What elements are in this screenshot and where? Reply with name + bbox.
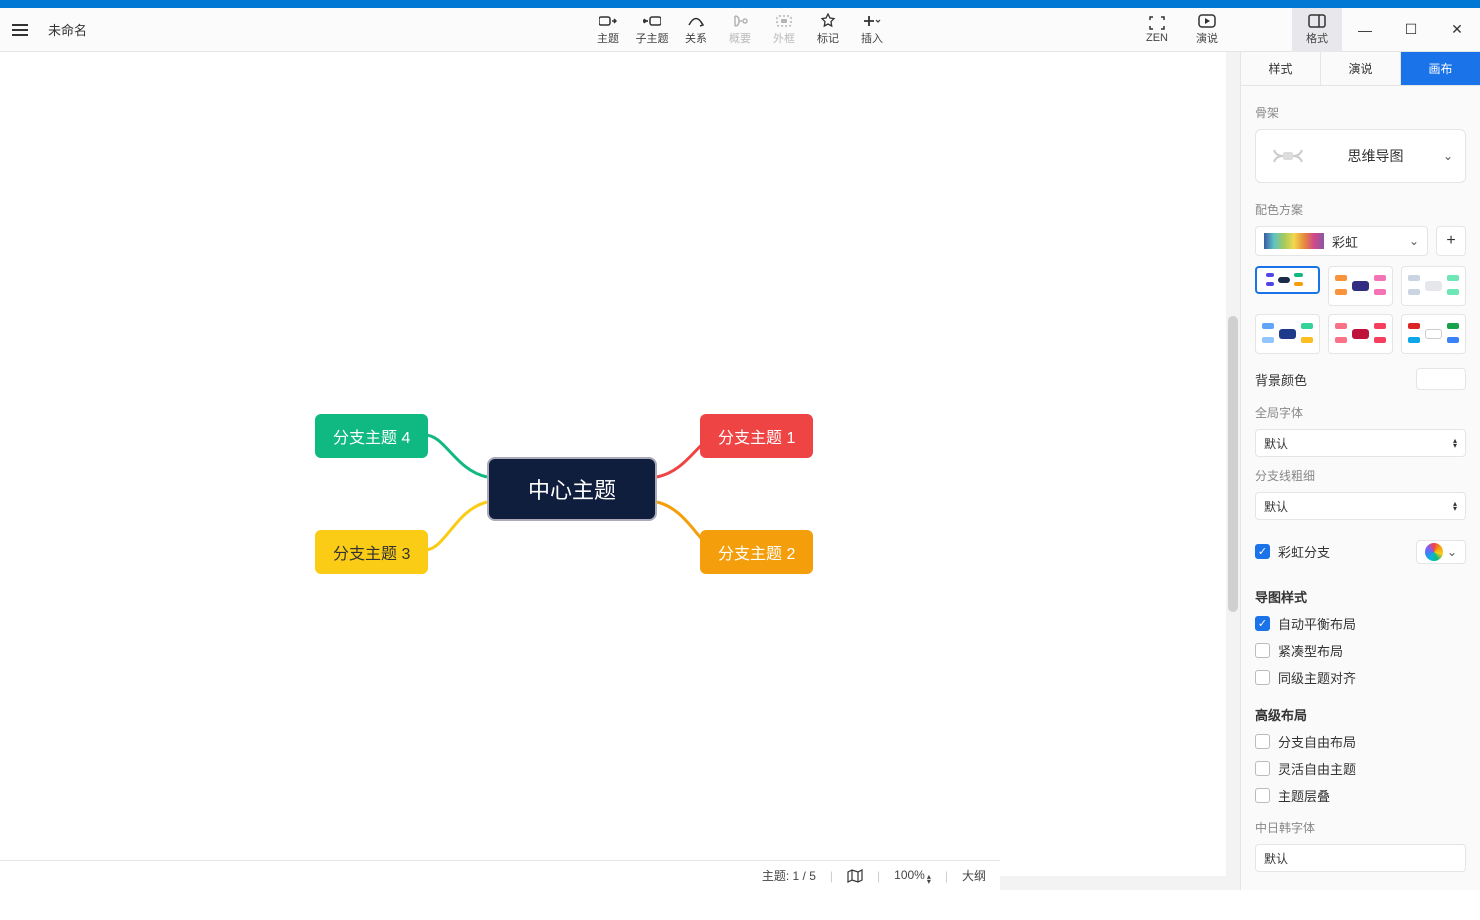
- branch-topic-3[interactable]: 分支主题 3: [315, 530, 428, 574]
- theme-thumb-3[interactable]: [1401, 266, 1466, 306]
- color-scheme-select[interactable]: 彩虹 ⌄: [1255, 226, 1428, 256]
- branch-topic-1[interactable]: 分支主题 1: [700, 414, 813, 458]
- bgcolor-label: 背景颜色: [1255, 370, 1307, 389]
- format-panel: 样式 演说 画布 骨架 思维导图 ⌄ 配色方案 彩虹 ⌄ +: [1240, 52, 1480, 890]
- global-font-select[interactable]: 默认▴▾: [1255, 429, 1466, 457]
- central-topic[interactable]: 中心主题: [487, 457, 657, 521]
- chevron-down-icon: ⌄: [1443, 149, 1453, 163]
- map-icon[interactable]: [847, 869, 863, 883]
- add-scheme-button[interactable]: +: [1436, 226, 1466, 256]
- branch-width-label: 分支线粗细: [1255, 467, 1466, 484]
- summary-icon: [731, 14, 749, 28]
- present-button[interactable]: 演说: [1182, 8, 1232, 52]
- marker-label: 标记: [817, 30, 839, 46]
- theme-thumb-1[interactable]: [1255, 266, 1320, 294]
- hamburger-icon: [12, 29, 28, 31]
- marker-icon: [819, 14, 837, 28]
- color-wheel-icon: [1425, 543, 1443, 561]
- skeleton-select[interactable]: 思维导图 ⌄: [1255, 129, 1466, 183]
- top-toolbar: 未命名 主题 子主题 关系 概要 外框 标记 插入: [0, 8, 1480, 52]
- menu-button[interactable]: [0, 8, 40, 52]
- rainbow-color-select[interactable]: ⌄: [1416, 540, 1466, 564]
- layout-header: 导图样式: [1255, 587, 1466, 606]
- window-minimize[interactable]: —: [1342, 8, 1388, 52]
- marker-button[interactable]: 标记: [806, 8, 850, 52]
- free-branch-checkbox[interactable]: [1255, 734, 1270, 749]
- skeleton-label: 骨架: [1255, 104, 1466, 121]
- flex-topic-checkbox[interactable]: [1255, 761, 1270, 776]
- scheme-label: 配色方案: [1255, 201, 1466, 218]
- status-bar: 主题: 1 / 5 | | 100%▴▾ | 大纲: [0, 860, 1000, 890]
- window-maximize[interactable]: ☐: [1388, 8, 1434, 52]
- relation-button[interactable]: 关系: [674, 8, 718, 52]
- relation-icon: [687, 14, 705, 28]
- boundary-button: 外框: [762, 8, 806, 52]
- advanced-header: 高级布局: [1255, 705, 1466, 724]
- vertical-scrollbar[interactable]: [1226, 52, 1240, 876]
- insert-button[interactable]: 插入: [850, 8, 894, 52]
- topic-count-label: 主题: 1 / 5: [762, 867, 816, 884]
- chevron-down-icon: ⌄: [1409, 234, 1419, 248]
- compact-checkbox[interactable]: [1255, 643, 1270, 658]
- theme-thumb-2[interactable]: [1328, 266, 1393, 306]
- global-font-label: 全局字体: [1255, 404, 1466, 421]
- rainbow-swatch-icon: [1264, 233, 1324, 249]
- zoom-level[interactable]: 100%▴▾: [894, 868, 931, 884]
- align-sibling-checkbox[interactable]: [1255, 670, 1270, 685]
- canvas[interactable]: 中心主题 分支主题 1 分支主题 2 分支主题 3 分支主题 4 主题: 1 /…: [0, 52, 1240, 890]
- theme-thumb-5[interactable]: [1328, 314, 1393, 354]
- summary-button: 概要: [718, 8, 762, 52]
- relation-label: 关系: [685, 30, 707, 46]
- branch-width-select[interactable]: 默认▴▾: [1255, 492, 1466, 520]
- cjk-font-select[interactable]: 默认: [1255, 844, 1466, 872]
- topic-button[interactable]: 主题: [586, 8, 630, 52]
- zen-icon: [1148, 16, 1166, 30]
- auto-balance-checkbox[interactable]: ✓: [1255, 616, 1270, 631]
- boundary-label: 外框: [773, 30, 795, 46]
- insert-icon: [863, 14, 881, 28]
- bgcolor-swatch[interactable]: [1416, 368, 1466, 390]
- present-icon: [1198, 14, 1216, 28]
- document-title: 未命名: [48, 20, 87, 39]
- outline-button[interactable]: 大纲: [962, 867, 986, 884]
- theme-thumb-6[interactable]: [1401, 314, 1466, 354]
- subtopic-label: 子主题: [636, 30, 669, 46]
- format-icon: [1308, 14, 1326, 28]
- tab-style[interactable]: 样式: [1241, 52, 1320, 85]
- topic-label: 主题: [597, 30, 619, 46]
- subtopic-button[interactable]: 子主题: [630, 8, 674, 52]
- boundary-icon: [775, 14, 793, 28]
- overlap-checkbox[interactable]: [1255, 788, 1270, 803]
- format-button[interactable]: 格式: [1292, 8, 1342, 52]
- theme-thumb-4[interactable]: [1255, 314, 1320, 354]
- branch-topic-4[interactable]: 分支主题 4: [315, 414, 428, 458]
- branch-topic-2[interactable]: 分支主题 2: [700, 530, 813, 574]
- insert-label: 插入: [861, 30, 883, 46]
- subtopic-icon: [643, 14, 661, 28]
- tab-canvas[interactable]: 画布: [1401, 52, 1480, 85]
- rainbow-branch-checkbox[interactable]: ✓: [1255, 544, 1270, 559]
- window-close[interactable]: ✕: [1434, 8, 1480, 52]
- cjk-label: 中日韩字体: [1255, 819, 1466, 836]
- tab-present[interactable]: 演说: [1320, 52, 1401, 85]
- skeleton-thumb-icon: [1268, 144, 1308, 168]
- zen-button[interactable]: ZEN: [1132, 8, 1182, 52]
- topic-icon: [599, 14, 617, 28]
- summary-label: 概要: [729, 30, 751, 46]
